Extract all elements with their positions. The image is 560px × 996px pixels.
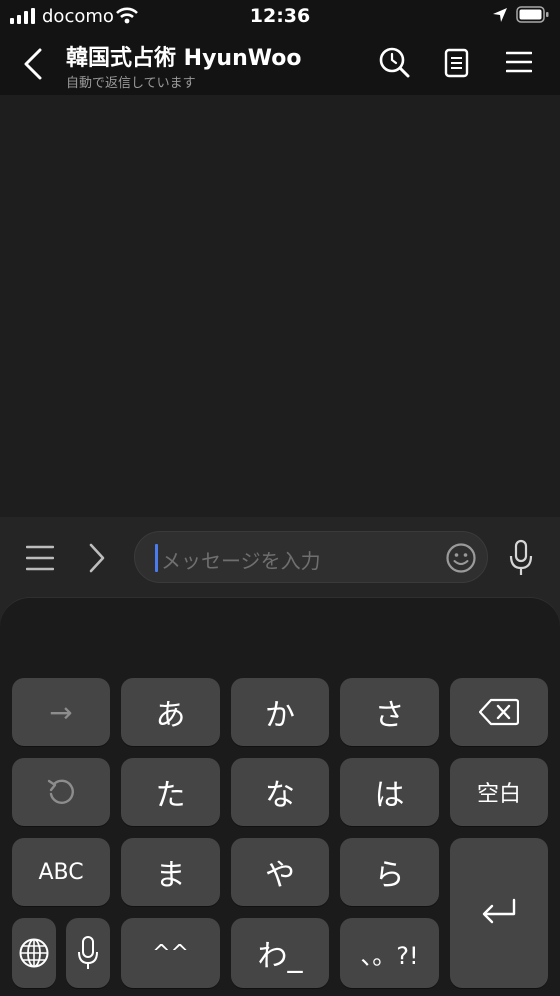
composer-bar: メッセージを入力 <box>0 517 560 597</box>
keyboard-panel: → あ か さ た な は 空白 ABC ま や ら ^^ わ_ 、。?! <box>0 597 560 996</box>
chat-header: 韓国式占術 HyunWoo 自動で返信しています <box>0 32 560 95</box>
key-backspace[interactable] <box>450 678 548 746</box>
key-ma[interactable]: ま <box>121 838 220 906</box>
key-ka[interactable]: か <box>231 678 329 746</box>
key-punctuation[interactable]: 、。?! <box>340 918 439 988</box>
dictation-microphone-icon <box>78 936 98 969</box>
key-undo[interactable] <box>12 758 110 826</box>
key-sa[interactable]: さ <box>340 678 439 746</box>
emoji-icon[interactable] <box>445 542 477 574</box>
key-ra[interactable]: ら <box>340 838 439 906</box>
location-arrow-icon <box>493 8 507 22</box>
back-chevron-icon[interactable] <box>22 48 44 80</box>
search-icon[interactable] <box>378 46 410 78</box>
message-list[interactable] <box>0 95 560 517</box>
status-bar: docomo 12:36 <box>0 0 560 32</box>
key-abc[interactable]: ABC <box>12 838 110 906</box>
key-na[interactable]: な <box>231 758 329 826</box>
key-ta[interactable]: た <box>121 758 220 826</box>
key-dictation[interactable] <box>66 918 110 988</box>
battery-icon <box>516 6 549 23</box>
menu-icon[interactable] <box>506 50 532 74</box>
keyboard: → あ か さ た な は 空白 ABC ま や ら ^^ わ_ 、。?! <box>0 597 560 996</box>
notes-icon[interactable] <box>444 48 470 78</box>
chat-subtitle: 自動で返信しています <box>66 76 196 91</box>
hamburger-menu-icon[interactable] <box>26 545 54 571</box>
key-wa[interactable]: わ_ <box>231 918 329 988</box>
text-caret <box>155 544 158 572</box>
chat-title: 韓国式占術 HyunWoo <box>66 46 302 71</box>
globe-icon <box>19 938 49 968</box>
key-next[interactable]: → <box>12 678 110 746</box>
chevron-right-icon[interactable] <box>88 543 106 573</box>
backspace-icon <box>479 698 519 726</box>
message-placeholder: メッセージを入力 <box>161 549 321 573</box>
key-ya[interactable]: や <box>231 838 329 906</box>
key-return[interactable] <box>450 838 548 988</box>
key-ha[interactable]: は <box>340 758 439 826</box>
undo-icon <box>47 779 74 804</box>
key-globe[interactable] <box>12 918 56 988</box>
clock: 12:36 <box>249 5 311 27</box>
key-a[interactable]: あ <box>121 678 220 746</box>
key-space[interactable]: 空白 <box>450 758 548 826</box>
message-input[interactable]: メッセージを入力 <box>134 531 488 583</box>
return-icon <box>482 898 516 924</box>
microphone-icon[interactable] <box>508 539 534 577</box>
key-kaomoji[interactable]: ^^ <box>121 918 220 988</box>
